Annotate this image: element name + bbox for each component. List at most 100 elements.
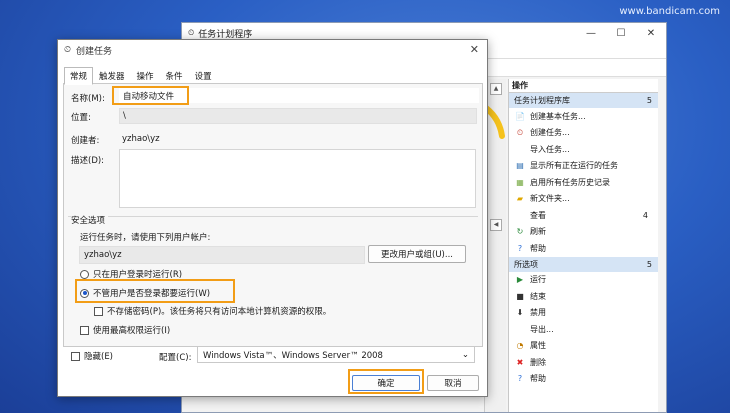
- delete-icon: ✖: [516, 357, 524, 367]
- help-icon: ?: [517, 243, 523, 253]
- chevron-down-icon: ⌄: [461, 349, 469, 360]
- location-field: \: [119, 108, 477, 124]
- action-item[interactable]: ▦ 启用所有任务历史记录: [509, 174, 658, 191]
- stop-icon: ■: [516, 291, 524, 301]
- general-panel: 名称(M): 自动移动文件 位置: \ 创建者: yzhao\yz 描述(D):…: [63, 83, 483, 347]
- action-item-label: 刷新: [530, 227, 546, 237]
- name-label: 名称(M):: [71, 94, 105, 104]
- actions-pane: 操作 任务计划程序库 5 📄 创建基本任务... ⏲ 创建任务... 导入任务... ▤ 显…: [508, 79, 658, 412]
- close-icon[interactable]: ✕: [470, 43, 479, 56]
- action-item-label: 运行: [530, 275, 546, 285]
- description-textarea[interactable]: [119, 149, 476, 208]
- no-store-password-checkbox[interactable]: 不存储密码(P)。该任务将只有访问本地计算机资源的权限。: [94, 305, 331, 317]
- blank-icon: [515, 144, 525, 154]
- clock-icon: ⏲: [64, 45, 72, 55]
- action-item-count: 4: [642, 210, 648, 220]
- blank-icon: [515, 210, 525, 220]
- action-item-label: 导出...: [530, 324, 554, 334]
- bandicam-watermark: www.bandicam.com: [619, 6, 720, 17]
- no-store-password-box[interactable]: [94, 306, 103, 316]
- author-value: yzhao\yz: [122, 134, 160, 144]
- help-icon: ?: [517, 374, 523, 384]
- hidden-box[interactable]: [71, 351, 80, 361]
- action-item[interactable]: 📄 创建基本任务...: [509, 108, 658, 125]
- action-item-label: 查看: [530, 210, 546, 220]
- action-item-label: 创建基本任务...: [530, 111, 586, 121]
- location-label: 位置:: [71, 113, 91, 123]
- action-item-label: 创建任务...: [530, 128, 570, 138]
- action-item[interactable]: ◔ 属性: [509, 338, 658, 355]
- history-icon: ▦: [516, 177, 524, 187]
- window-title: 任务计划程序: [198, 29, 253, 40]
- section-count: 5: [646, 96, 652, 105]
- highest-privileges-box[interactable]: [80, 325, 89, 335]
- config-value: Windows Vista™、Windows Server™ 2008: [203, 350, 383, 361]
- refresh-icon: ↻: [516, 227, 524, 237]
- action-item[interactable]: 导出...: [509, 321, 658, 338]
- actions-header: 操作: [509, 79, 658, 93]
- section-label: 任务计划程序库: [514, 96, 570, 105]
- action-item[interactable]: ? 帮助: [509, 240, 658, 257]
- action-item[interactable]: ▤ 显示所有正在运行的任务: [509, 158, 658, 175]
- minimize-button[interactable]: —: [576, 23, 606, 43]
- hidden-checkbox[interactable]: 隐藏(E): [71, 350, 113, 362]
- action-item[interactable]: 查看 4: [509, 207, 658, 224]
- close-button[interactable]: ✕: [636, 23, 666, 43]
- action-item[interactable]: ■ 结束: [509, 288, 658, 305]
- security-title: 安全选项: [71, 214, 109, 226]
- create-task-dialog: ⏲ 创建任务 ✕ 常规 触发器 操作 条件 设置 名称(M): 自动移动文件 位…: [57, 39, 488, 397]
- user-value: yzhao\yz: [84, 250, 122, 260]
- action-item[interactable]: ⬇ 禁用: [509, 305, 658, 322]
- action-item[interactable]: ✖ 删除: [509, 354, 658, 371]
- run-icon: ▶: [516, 275, 524, 285]
- description-label: 描述(D):: [71, 156, 105, 166]
- hidden-label: 隐藏(E): [84, 352, 114, 362]
- folder-icon: ▰: [516, 194, 524, 204]
- dialog-titlebar: ⏲ 创建任务: [58, 40, 487, 60]
- location-value: \: [123, 111, 126, 121]
- ok-highlight: [348, 369, 424, 394]
- blank-icon: [515, 324, 525, 334]
- action-item-label: 启用所有任务历史记录: [530, 177, 610, 187]
- section-selected-item[interactable]: 所选项 5: [509, 256, 658, 272]
- action-item[interactable]: ▰ 新文件夹...: [509, 191, 658, 208]
- section-task-library[interactable]: 任务计划程序库 5: [509, 93, 658, 108]
- section-count: 5: [646, 259, 652, 269]
- action-item-label: 导入任务...: [530, 144, 570, 154]
- action-item-label: 禁用: [530, 308, 546, 318]
- run-as-text: 运行任务时，请使用下列用户帐户:: [80, 233, 211, 243]
- clock-icon: ⏲: [188, 28, 195, 37]
- tab-general[interactable]: 常规: [64, 67, 94, 85]
- no-store-password-label: 不存储密码(P)。该任务将只有访问本地计算机资源的权限。: [107, 307, 332, 317]
- action-item-label: 属性: [530, 341, 546, 351]
- action-item-label: 显示所有正在运行的任务: [530, 161, 618, 171]
- action-item[interactable]: ↻ 刷新: [509, 224, 658, 241]
- highest-privileges-checkbox[interactable]: 使用最高权限运行(I): [80, 324, 170, 336]
- config-select[interactable]: Windows Vista™、Windows Server™ 2008 ⌄: [197, 346, 475, 363]
- highest-privileges-label: 使用最高权限运行(I): [93, 326, 171, 336]
- cancel-button[interactable]: 取消: [427, 375, 479, 391]
- dialog-title: 创建任务: [76, 46, 113, 57]
- task-icon: ⏲: [516, 127, 524, 137]
- name-highlight: [112, 86, 189, 105]
- action-item[interactable]: ? 帮助: [509, 371, 658, 388]
- change-user-button[interactable]: 更改用户或组(U)...: [368, 245, 466, 263]
- maximize-button[interactable]: ☐: [606, 23, 636, 43]
- radio-highlight: [75, 279, 235, 303]
- radio-logged-on-indicator[interactable]: [80, 269, 89, 279]
- config-label: 配置(C):: [159, 353, 192, 363]
- action-item-label: 新文件夹...: [530, 194, 570, 204]
- action-item[interactable]: 导入任务...: [509, 141, 658, 158]
- action-item-label: 删除: [530, 357, 546, 367]
- action-item-label: 帮助: [530, 243, 546, 253]
- author-label: 创建者:: [71, 136, 100, 146]
- action-item[interactable]: ▶ 运行: [509, 272, 658, 289]
- doc-icon: 📄: [515, 111, 525, 121]
- section-label: 所选项: [514, 259, 538, 269]
- properties-icon: ◔: [516, 341, 524, 351]
- list-icon: ▤: [516, 161, 524, 171]
- disable-icon: ⬇: [516, 308, 524, 318]
- scroll-left-icon[interactable]: ◀: [490, 219, 502, 231]
- security-separator: [68, 216, 478, 217]
- action-item[interactable]: ⏲ 创建任务...: [509, 125, 658, 142]
